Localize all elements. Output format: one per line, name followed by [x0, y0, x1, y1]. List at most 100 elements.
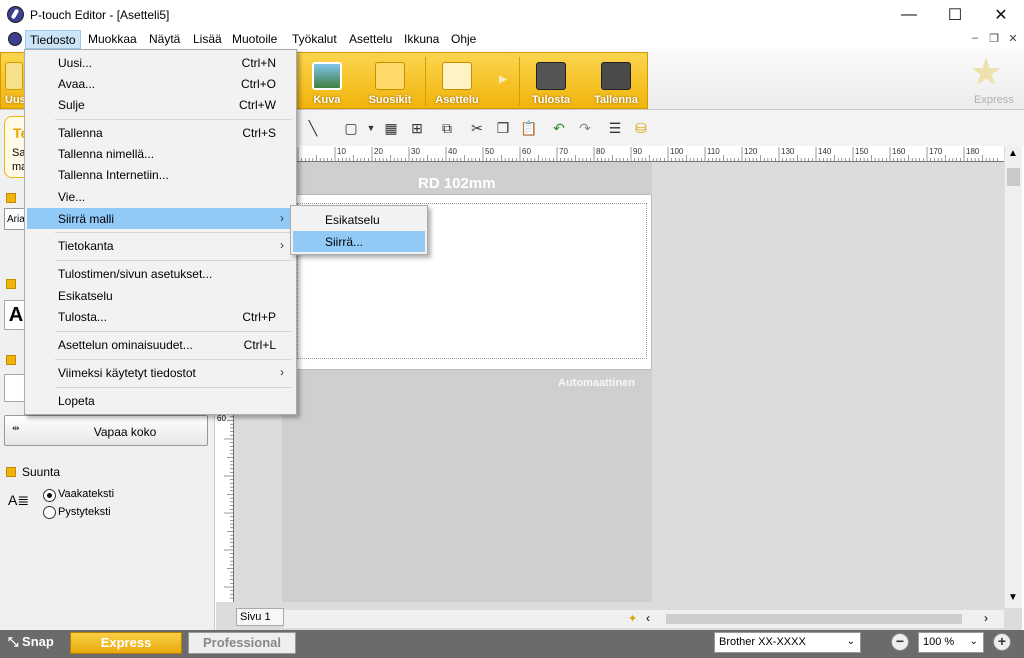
- ribbon-image-button[interactable]: Kuva: [299, 53, 355, 110]
- menu-separator: [55, 331, 292, 332]
- scroll-left-icon[interactable]: ‹: [646, 611, 650, 625]
- ruler-ticks: 10 20 30 40 50 60 70 80 90 100 110 120 130 140 150 160 1…: [297, 147, 998, 161]
- zoom-select[interactable]: 100 % ⌄: [918, 632, 984, 653]
- redo-icon[interactable]: ↷: [576, 119, 594, 137]
- vertical-scrollbar[interactable]: ▲ ▼: [1004, 146, 1022, 608]
- menu-item-close[interactable]: Sulje Ctrl+W: [27, 94, 294, 115]
- menu-item-open[interactable]: Avaa... Ctrl+O: [27, 73, 294, 94]
- radio-horizontal-label: Vaakateksti: [58, 488, 115, 500]
- chevron-down-icon: ⌄: [969, 636, 978, 647]
- vertical-scroll-thumb[interactable]: [1007, 168, 1020, 186]
- menu-nayta[interactable]: Näytä: [149, 32, 180, 46]
- menu-item-transfer-template[interactable]: Siirrä malli ›: [27, 208, 294, 229]
- section-bullet-icon: [6, 193, 16, 203]
- ruler-tick-label: 180: [966, 147, 980, 156]
- menu-item-print[interactable]: Tulosta... Ctrl+P: [27, 306, 294, 327]
- submenu-arrow-icon: ›: [280, 211, 284, 225]
- ruler-tick-label: 150: [855, 147, 869, 156]
- menu-item-layout-properties[interactable]: Asettelun ominaisuudet... Ctrl+L: [27, 334, 294, 355]
- close-button[interactable]: ✕: [978, 0, 1024, 30]
- menu-asettelu[interactable]: Asettelu: [349, 32, 392, 46]
- new-page-icon[interactable]: ✦: [628, 612, 637, 625]
- text-direction-icon: A≣: [8, 492, 30, 508]
- menu-tiedosto[interactable]: Tiedosto: [25, 30, 81, 49]
- menu-item-exit[interactable]: Lopeta: [27, 390, 294, 411]
- minimize-button[interactable]: —: [886, 0, 932, 30]
- horizontal-scrollbar[interactable]: ✦ ‹ ›: [284, 610, 1004, 628]
- section-bullet-icon: [6, 355, 16, 365]
- submenu-item-preview[interactable]: Esikatselu: [293, 209, 425, 230]
- page-tab[interactable]: Sivu 1: [236, 608, 284, 626]
- ruler-tick-label: 70: [559, 147, 568, 156]
- menu-tyokalut[interactable]: Työkalut: [292, 32, 337, 46]
- ruler-tick-label: 40: [448, 147, 457, 156]
- radio-dot: [47, 493, 52, 498]
- chevron-down-icon: ⌄: [846, 636, 855, 647]
- zoom-in-button[interactable]: +: [993, 633, 1011, 651]
- ribbon-print-button[interactable]: Tulosta: [523, 53, 579, 110]
- menu-item-save-internet[interactable]: Tallenna Internetiin...: [27, 164, 294, 185]
- menu-item-new[interactable]: Uusi... Ctrl+N: [27, 52, 294, 73]
- horizontal-scroll-thumb[interactable]: [666, 614, 962, 624]
- cut-icon[interactable]: ✂: [468, 119, 486, 137]
- menu-item-printer-setup[interactable]: Tulostimen/sivun asetukset...: [27, 263, 294, 284]
- undo-icon[interactable]: ↶: [550, 119, 568, 137]
- ribbon-new-button[interactable]: Uus: [1, 53, 26, 110]
- rectangle-tool-icon[interactable]: ▢: [342, 119, 360, 137]
- maximize-button[interactable]: ☐: [932, 0, 978, 30]
- ribbon-layout-button[interactable]: Asettelu: [429, 53, 485, 110]
- express-mode-button[interactable]: Express: [70, 632, 182, 654]
- zoom-out-button[interactable]: −: [891, 633, 909, 651]
- radio-vertical[interactable]: [43, 506, 56, 519]
- menu-item-export[interactable]: Vie...: [27, 186, 294, 207]
- express-star-icon: ★: [968, 52, 1004, 94]
- express-mode-label: Express: [974, 94, 1014, 106]
- professional-mode-button[interactable]: Professional: [188, 632, 296, 654]
- scroll-up-icon[interactable]: ▲: [1008, 148, 1018, 159]
- copy-icon[interactable]: ❐: [494, 119, 512, 137]
- app-icon[interactable]: [7, 6, 24, 23]
- printer-select[interactable]: Brother XX-XXXX ⌄: [714, 632, 861, 653]
- mdi-minimize-button[interactable]: –: [966, 32, 984, 47]
- radio-horizontal[interactable]: [43, 489, 56, 502]
- properties-icon[interactable]: ☰: [606, 119, 624, 137]
- ribbon-save-button[interactable]: Tallenna: [587, 53, 645, 110]
- ruler-tick-label: 80: [596, 147, 605, 156]
- menu-item-save[interactable]: Tallenna Ctrl+S: [27, 122, 294, 143]
- layout-icon: [442, 62, 472, 90]
- mdi-close-button[interactable]: ✕: [1004, 32, 1022, 47]
- ruler-tick-label: 10: [337, 147, 346, 156]
- line-tool-icon[interactable]: ╲: [304, 119, 322, 137]
- menu-ohje[interactable]: Ohje: [451, 32, 476, 46]
- auto-length-label: Automaattinen: [558, 377, 635, 389]
- paste-icon[interactable]: 📋: [520, 119, 538, 137]
- menu-separator: [55, 387, 292, 388]
- ribbon-favorites-button[interactable]: Suosikit: [361, 53, 419, 110]
- snap-button[interactable]: ⤡ Snap: [8, 634, 54, 650]
- menu-muotoile[interactable]: Muotoile: [232, 32, 277, 46]
- shape-dropdown-icon[interactable]: ▼: [362, 119, 380, 137]
- scroll-right-icon[interactable]: ›: [984, 611, 988, 625]
- menu-item-preview[interactable]: Esikatselu: [27, 285, 294, 306]
- ruler-tick-label: 170: [929, 147, 943, 156]
- freesize-button[interactable]: ⇹ Vapaa koko: [4, 415, 208, 446]
- section-bullet-icon: [6, 279, 16, 289]
- document-icon[interactable]: [8, 32, 22, 46]
- menu-item-save-as[interactable]: Tallenna nimellä...: [27, 143, 294, 164]
- ruler-tick-label: 90: [633, 147, 642, 156]
- window-title: P-touch Editor - [Asetteli5]: [30, 8, 170, 22]
- ribbon-expand-arrow[interactable]: ▶: [491, 53, 515, 110]
- submenu-item-transfer[interactable]: Siirrä...: [293, 231, 425, 252]
- menu-muokkaa[interactable]: Muokkaa: [88, 32, 137, 46]
- menu-ikkuna[interactable]: Ikkuna: [404, 32, 439, 46]
- database-icon[interactable]: ⛁: [632, 119, 650, 137]
- scroll-down-icon[interactable]: ▼: [1008, 592, 1018, 603]
- menu-separator: [55, 232, 292, 233]
- menu-lisaa[interactable]: Lisää: [193, 32, 222, 46]
- menu-item-recent-files[interactable]: Viimeksi käytetyt tiedostot ›: [27, 362, 294, 383]
- mdi-restore-button[interactable]: ❐: [985, 32, 1003, 47]
- table-tool-icon[interactable]: ▦: [382, 119, 400, 137]
- align-tool-icon[interactable]: ⊞: [408, 119, 426, 137]
- menu-item-database[interactable]: Tietokanta ›: [27, 235, 294, 256]
- arrange-tool-icon[interactable]: ⧉: [438, 119, 456, 137]
